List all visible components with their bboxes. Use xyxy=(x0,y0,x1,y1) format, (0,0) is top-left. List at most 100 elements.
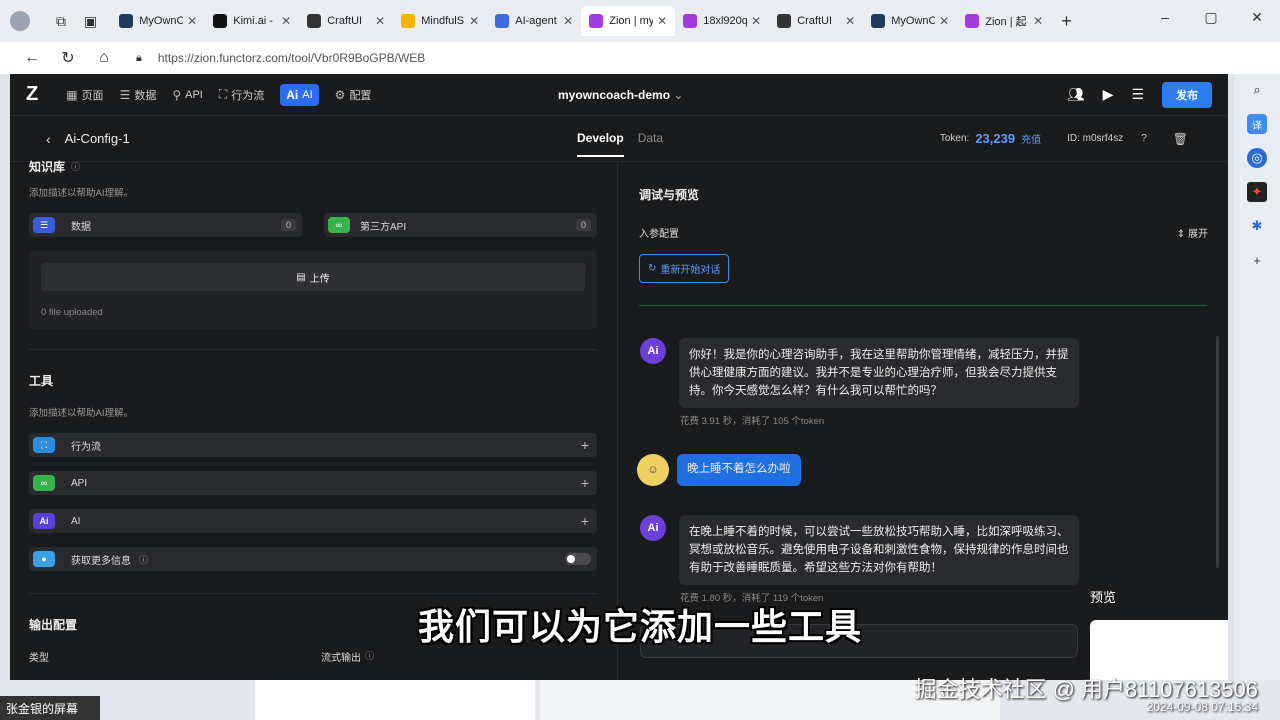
zion-logo[interactable]: Z xyxy=(26,83,38,106)
nav-flow[interactable]: ⛶ 行为流 xyxy=(219,87,264,103)
browser-tab-label: MindfulS xyxy=(421,15,465,27)
add-flow-icon[interactable]: + xyxy=(581,437,589,453)
publish-button[interactable]: 发布 xyxy=(1162,81,1212,108)
browser-tab[interactable]: MyOwnC ✕ xyxy=(863,6,957,36)
play-icon[interactable]: ▶ xyxy=(1103,86,1114,103)
browser-tab-label: 18xl920q xyxy=(703,15,748,27)
tool-ai-row[interactable]: Ai AI + xyxy=(29,509,597,533)
workspaces-icon[interactable]: ⧉ xyxy=(56,13,66,30)
nav-ai[interactable]: Ai AI xyxy=(280,83,319,106)
trash-icon[interactable]: 🗑︎ xyxy=(1173,132,1188,146)
browser-tab-label: Zion | my xyxy=(609,15,654,27)
craft-icon xyxy=(307,14,322,28)
close-tab-icon[interactable]: ✕ xyxy=(375,14,385,28)
close-window-button[interactable]: ✕ xyxy=(1234,0,1280,34)
more-info-toggle[interactable] xyxy=(565,553,591,565)
tools-desc: 添加描述以帮助AI理解。 xyxy=(29,408,133,419)
upload-button[interactable]: ▤ 上传 xyxy=(41,263,585,291)
browser-tab-bar: ⧉ ▣ MyOwnC ✕ Kimi.ai - I ✕ CraftUI ✕ MindfulS ✕… xyxy=(0,0,1280,42)
type-label: 类型 xyxy=(29,653,49,664)
back-arrow-icon[interactable]: ‹ xyxy=(46,131,51,147)
close-tab-icon[interactable]: ✕ xyxy=(751,14,761,28)
pages-icon: ▦ xyxy=(66,87,78,102)
restart-chat-button[interactable]: ↻ 重新开始对话 xyxy=(639,254,730,283)
lock-icon[interactable]: 🔒︎ xyxy=(136,52,142,65)
notification-thumb[interactable] xyxy=(255,680,535,720)
close-tab-icon[interactable]: ✕ xyxy=(657,14,667,28)
link-icon: ∞ xyxy=(328,217,350,233)
users-icon[interactable]: 👥︎ xyxy=(1067,86,1085,103)
translate-icon[interactable]: 译 xyxy=(1247,114,1267,134)
maximize-button[interactable]: ▢ xyxy=(1188,0,1234,34)
browser-tab-label: CraftUI xyxy=(327,15,363,27)
close-tab-icon[interactable]: ✕ xyxy=(1033,14,1043,28)
tool-flow-row[interactable]: ⛶ 行为流 + xyxy=(29,433,597,457)
upload-area: ▤ 上传 0 file uploaded xyxy=(29,251,597,329)
knowledge-data-row[interactable]: ☰ 数据 0 xyxy=(29,213,302,237)
nav-data[interactable]: ☰ 数据 xyxy=(120,87,157,103)
browser-tab[interactable]: MyOwnC ✕ xyxy=(111,6,205,36)
info-icon[interactable]: ⓘ xyxy=(139,553,148,566)
add-ai-icon[interactable]: + xyxy=(581,513,589,529)
home-icon[interactable]: ⌂ xyxy=(86,49,122,67)
project-name[interactable]: myowncoach-demo ⌄ xyxy=(558,88,683,102)
tools-title: 工具 xyxy=(29,374,54,388)
stack-icon[interactable]: ☰ xyxy=(1131,86,1144,103)
refresh-icon[interactable]: ↻ xyxy=(50,48,86,68)
close-tab-icon[interactable]: ✕ xyxy=(563,14,573,28)
expand-toggle[interactable]: ⇕ 展开 xyxy=(1177,225,1208,240)
help-icon[interactable]: ? xyxy=(1141,133,1147,144)
app-icon[interactable]: ◎ xyxy=(1247,148,1267,168)
browser-tab[interactable]: CraftUI ✕ xyxy=(769,6,863,36)
browser-tab[interactable]: Zion | my ✕ xyxy=(581,6,676,36)
new-tab-button[interactable]: + xyxy=(1061,11,1072,32)
browser-tab[interactable]: AI-agent ✕ xyxy=(487,6,581,36)
browser-tab[interactable]: MindfulS ✕ xyxy=(393,6,487,36)
config-id: ID: m0srf4sz xyxy=(1067,133,1124,144)
search-icon[interactable]: ⌕ xyxy=(1247,80,1267,100)
zion-app: Z ▦ 页面 ☰ 数据 ⚲ API ⛶ 行为流 Ai AI ⚙ 配置 myowncoach-… xyxy=(10,74,1228,680)
chat-icon: ● xyxy=(33,551,55,567)
nav-pages[interactable]: ▦ 页面 xyxy=(66,87,103,103)
tab-actions-icon[interactable]: ▣ xyxy=(84,13,97,30)
tab-develop[interactable]: Develop xyxy=(577,131,624,157)
close-tab-icon[interactable]: ✕ xyxy=(939,14,949,28)
close-tab-icon[interactable]: ✕ xyxy=(187,14,197,28)
emoji-icon xyxy=(401,14,416,28)
browser-tab[interactable]: Kimi.ai - I ✕ xyxy=(205,6,299,36)
knowledge-data-label: 数据 xyxy=(71,221,91,233)
chat-scrollbar[interactable] xyxy=(1216,336,1219,568)
recharge-link[interactable]: 充值 xyxy=(1021,131,1041,146)
add-api-icon[interactable]: + xyxy=(581,475,589,491)
paw-icon[interactable]: ✱ xyxy=(1247,216,1267,236)
url-field[interactable]: https://zion.functorz.com/tool/Vbr0R9BoG… xyxy=(158,51,425,65)
info-icon[interactable]: ⓘ xyxy=(71,160,80,173)
close-tab-icon[interactable]: ✕ xyxy=(845,14,855,28)
nav-api[interactable]: ⚲ API xyxy=(172,88,203,102)
tool-api-row[interactable]: ∞ API + xyxy=(29,471,597,495)
kimi-icon xyxy=(213,14,228,28)
close-tab-icon[interactable]: ✕ xyxy=(281,14,291,28)
minimize-button[interactable]: – xyxy=(1142,0,1188,34)
ai-icon: Ai xyxy=(33,513,55,529)
add-sidebar-icon[interactable]: + xyxy=(1247,250,1267,270)
profile-avatar[interactable] xyxy=(10,11,30,31)
tool-ai-label: AI xyxy=(71,515,81,527)
back-icon[interactable]: ← xyxy=(14,49,50,67)
knowledge-api-row[interactable]: ∞ 第三方API 0 xyxy=(324,213,597,237)
doc-icon xyxy=(495,14,510,28)
browser-tab[interactable]: 18xl920q ✕ xyxy=(675,6,769,36)
link-icon: ∞ xyxy=(33,475,55,491)
browser-tab[interactable]: CraftUI ✕ xyxy=(299,6,393,36)
knowledge-desc: 添加描述以帮助AI理解。 xyxy=(29,188,133,199)
more-info-label: 获取更多信息 xyxy=(71,555,131,567)
figma-icon[interactable]: ✦ xyxy=(1247,182,1267,202)
info-icon[interactable]: ⓘ xyxy=(365,649,374,664)
taskbar-search[interactable]: 索 xyxy=(80,698,93,717)
tab-data[interactable]: Data xyxy=(638,131,663,157)
close-tab-icon[interactable]: ✕ xyxy=(469,14,479,28)
upload-status: 0 file uploaded xyxy=(41,307,103,318)
browser-tab[interactable]: Zion | 起 ✕ xyxy=(957,6,1051,36)
nav-config[interactable]: ⚙ 配置 xyxy=(335,87,372,103)
clock: 2024-09-08 07:16:34 xyxy=(1146,700,1258,714)
